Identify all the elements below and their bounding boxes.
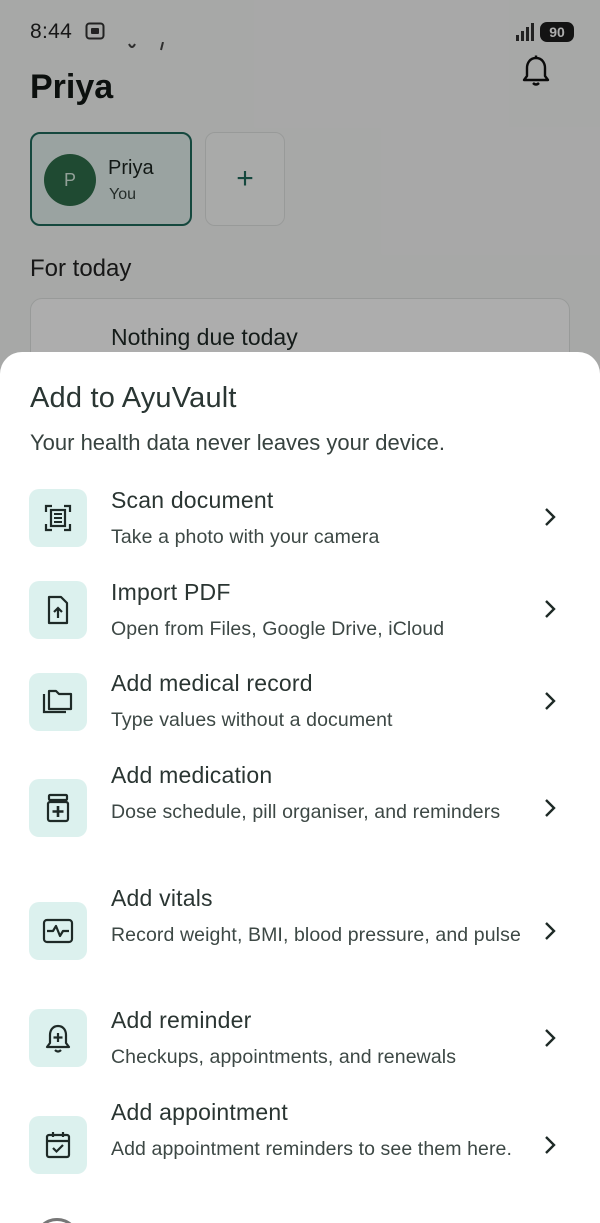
reminder-bell-icon: [29, 1009, 87, 1067]
add-bottom-sheet: Add to AyuVault Your health data never l…: [0, 352, 600, 1223]
option-desc: Take a photo with your camera: [111, 526, 380, 548]
scan-document-icon: [29, 489, 87, 547]
calendar-check-icon: [29, 1116, 87, 1174]
option-add-medication[interactable]: Add medication Dose schedule, pill organ…: [0, 757, 600, 867]
partial-next-option-icon: [34, 1218, 80, 1223]
option-desc: Type values without a document: [111, 709, 393, 731]
option-title: Add medication: [111, 762, 273, 788]
chevron-right-icon: [543, 1134, 557, 1161]
sheet-subtitle: Your health data never leaves your devic…: [30, 430, 446, 455]
sheet-title: Add to AyuVault: [30, 382, 237, 414]
option-title: Add reminder: [111, 1007, 252, 1033]
vitals-icon: [29, 902, 87, 960]
chevron-right-icon: [543, 506, 557, 533]
option-scan-document[interactable]: Scan document Take a photo with your cam…: [0, 482, 600, 562]
option-desc: Dose schedule, pill organiser, and remin…: [111, 801, 501, 823]
chevron-right-icon: [543, 1027, 557, 1054]
chevron-right-icon: [543, 598, 557, 625]
option-desc: Record weight, BMI, blood pressure, and …: [111, 924, 521, 946]
option-add-vitals[interactable]: Add vitals Record weight, BMI, blood pre…: [0, 880, 600, 990]
option-add-appointment[interactable]: Add appointment Add appointment reminder…: [0, 1094, 600, 1204]
option-title: Import PDF: [111, 579, 231, 605]
chevron-right-icon: [543, 797, 557, 824]
import-pdf-icon: [29, 581, 87, 639]
option-desc: Open from Files, Google Drive, iCloud: [111, 618, 445, 640]
option-title: Add appointment: [111, 1099, 288, 1125]
option-add-medical-record[interactable]: Add medical record Type values without a…: [0, 665, 600, 745]
option-title: Add vitals: [111, 885, 213, 911]
medication-icon: [29, 779, 87, 837]
chevron-right-icon: [543, 920, 557, 947]
option-add-reminder[interactable]: Add reminder Checkups, appointments, and…: [0, 1002, 600, 1082]
chevron-right-icon: [543, 690, 557, 717]
option-desc: Checkups, appointments, and renewals: [111, 1046, 457, 1068]
folder-icon: [29, 673, 87, 731]
option-desc: Add appointment reminders to see them he…: [111, 1138, 513, 1160]
option-title: Scan document: [111, 487, 274, 513]
option-import-pdf[interactable]: Import PDF Open from Files, Google Drive…: [0, 574, 600, 654]
option-title: Add medical record: [111, 670, 313, 696]
